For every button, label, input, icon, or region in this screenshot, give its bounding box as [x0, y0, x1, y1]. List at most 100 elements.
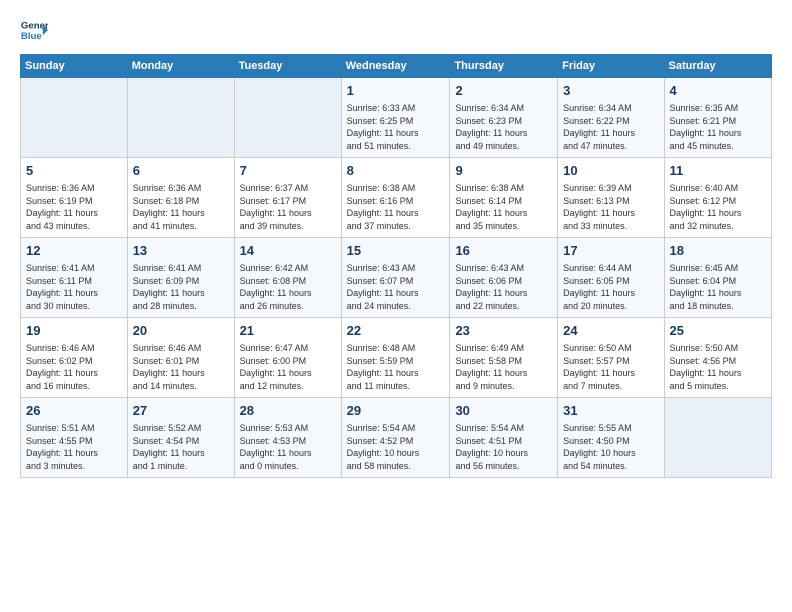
cell-info: Sunrise: 6:34 AM Sunset: 6:23 PM Dayligh…	[455, 102, 552, 152]
day-number: 29	[347, 402, 445, 420]
day-number: 31	[563, 402, 658, 420]
day-number: 30	[455, 402, 552, 420]
calendar-cell	[234, 78, 341, 158]
cell-info: Sunrise: 5:53 AM Sunset: 4:53 PM Dayligh…	[240, 422, 336, 472]
day-number: 23	[455, 322, 552, 340]
calendar-cell	[127, 78, 234, 158]
weekday-header-thursday: Thursday	[450, 55, 558, 78]
logo-icon: General Blue	[20, 16, 48, 44]
calendar-cell: 13Sunrise: 6:41 AM Sunset: 6:09 PM Dayli…	[127, 238, 234, 318]
day-number: 3	[563, 82, 658, 100]
calendar-cell: 11 Sunrise: 6:40 AM Sunset: 6:12 PM Dayli…	[664, 158, 771, 238]
day-number: 1	[347, 82, 445, 100]
cell-info: Sunrise: 6:47 AM Sunset: 6:00 PM Dayligh…	[240, 342, 336, 392]
calendar-cell	[664, 398, 771, 478]
day-number: 18	[670, 242, 766, 260]
day-number: 6	[133, 162, 229, 180]
cell-info: Sunrise: 5:54 AM Sunset: 4:52 PM Dayligh…	[347, 422, 445, 472]
calendar-cell: 23Sunrise: 6:49 AM Sunset: 5:58 PM Dayli…	[450, 318, 558, 398]
day-number: 25	[670, 322, 766, 340]
weekday-header-tuesday: Tuesday	[234, 55, 341, 78]
svg-text:Blue: Blue	[21, 31, 42, 42]
calendar-cell: 4 Sunrise: 6:35 AM Sunset: 6:21 PM Daylig…	[664, 78, 771, 158]
calendar-week-row: 19 Sunrise: 6:46 AM Sunset: 6:02 PM Dayli…	[21, 318, 772, 398]
day-number: 17	[563, 242, 658, 260]
cell-info: Sunrise: 5:52 AM Sunset: 4:54 PM Dayligh…	[133, 422, 229, 472]
cell-info: Sunrise: 6:46 AM Sunset: 6:02 PM Dayligh…	[26, 342, 122, 392]
cell-info: Sunrise: 5:54 AM Sunset: 4:51 PM Dayligh…	[455, 422, 552, 472]
calendar-cell: 1 Sunrise: 6:33 AM Sunset: 6:25 PM Daylig…	[341, 78, 450, 158]
day-number: 2	[455, 82, 552, 100]
calendar-cell: 14Sunrise: 6:42 AM Sunset: 6:08 PM Dayli…	[234, 238, 341, 318]
day-number: 8	[347, 162, 445, 180]
cell-info: Sunrise: 6:37 AM Sunset: 6:17 PM Dayligh…	[240, 182, 336, 232]
cell-info: Sunrise: 6:48 AM Sunset: 5:59 PM Dayligh…	[347, 342, 445, 392]
weekday-header-friday: Friday	[558, 55, 664, 78]
cell-info: Sunrise: 5:55 AM Sunset: 4:50 PM Dayligh…	[563, 422, 658, 472]
calendar-cell: 30 Sunrise: 5:54 AM Sunset: 4:51 PM Dayli…	[450, 398, 558, 478]
calendar-cell: 16 Sunrise: 6:43 AM Sunset: 6:06 PM Dayli…	[450, 238, 558, 318]
calendar-cell: 31 Sunrise: 5:55 AM Sunset: 4:50 PM Dayli…	[558, 398, 664, 478]
cell-info: Sunrise: 6:40 AM Sunset: 6:12 PM Dayligh…	[670, 182, 766, 232]
cell-info: Sunrise: 6:41 AM Sunset: 6:11 PM Dayligh…	[26, 262, 122, 312]
cell-info: Sunrise: 6:50 AM Sunset: 5:57 PM Dayligh…	[563, 342, 658, 392]
day-number: 19	[26, 322, 122, 340]
cell-info: Sunrise: 5:51 AM Sunset: 4:55 PM Dayligh…	[26, 422, 122, 472]
day-number: 5	[26, 162, 122, 180]
calendar-cell: 5 Sunrise: 6:36 AM Sunset: 6:19 PM Daylig…	[21, 158, 128, 238]
cell-info: Sunrise: 6:46 AM Sunset: 6:01 PM Dayligh…	[133, 342, 229, 392]
calendar-cell: 6Sunrise: 6:36 AM Sunset: 6:18 PM Daylig…	[127, 158, 234, 238]
cell-info: Sunrise: 6:36 AM Sunset: 6:19 PM Dayligh…	[26, 182, 122, 232]
calendar-cell: 2 Sunrise: 6:34 AM Sunset: 6:23 PM Daylig…	[450, 78, 558, 158]
calendar-cell: 19 Sunrise: 6:46 AM Sunset: 6:02 PM Dayli…	[21, 318, 128, 398]
day-number: 12	[26, 242, 122, 260]
cell-info: Sunrise: 6:33 AM Sunset: 6:25 PM Dayligh…	[347, 102, 445, 152]
calendar-cell: 25 Sunrise: 5:50 AM Sunset: 4:56 PM Dayli…	[664, 318, 771, 398]
calendar-week-row: 1 Sunrise: 6:33 AM Sunset: 6:25 PM Daylig…	[21, 78, 772, 158]
day-number: 15	[347, 242, 445, 260]
weekday-header-wednesday: Wednesday	[341, 55, 450, 78]
calendar-cell: 7 Sunrise: 6:37 AM Sunset: 6:17 PM Daylig…	[234, 158, 341, 238]
day-number: 16	[455, 242, 552, 260]
calendar-table: SundayMondayTuesdayWednesdayThursdayFrid…	[20, 54, 772, 478]
calendar-cell: 22 Sunrise: 6:48 AM Sunset: 5:59 PM Dayli…	[341, 318, 450, 398]
cell-info: Sunrise: 6:44 AM Sunset: 6:05 PM Dayligh…	[563, 262, 658, 312]
cell-info: Sunrise: 5:50 AM Sunset: 4:56 PM Dayligh…	[670, 342, 766, 392]
calendar-cell: 24 Sunrise: 6:50 AM Sunset: 5:57 PM Dayli…	[558, 318, 664, 398]
day-number: 13	[133, 242, 229, 260]
calendar-cell: 9Sunrise: 6:38 AM Sunset: 6:14 PM Daylig…	[450, 158, 558, 238]
day-number: 10	[563, 162, 658, 180]
cell-info: Sunrise: 6:39 AM Sunset: 6:13 PM Dayligh…	[563, 182, 658, 232]
calendar-cell: 20Sunrise: 6:46 AM Sunset: 6:01 PM Dayli…	[127, 318, 234, 398]
calendar-cell: 3 Sunrise: 6:34 AM Sunset: 6:22 PM Daylig…	[558, 78, 664, 158]
logo: General Blue	[20, 16, 52, 44]
cell-info: Sunrise: 6:43 AM Sunset: 6:06 PM Dayligh…	[455, 262, 552, 312]
day-number: 26	[26, 402, 122, 420]
weekday-header-monday: Monday	[127, 55, 234, 78]
calendar-cell: 29 Sunrise: 5:54 AM Sunset: 4:52 PM Dayli…	[341, 398, 450, 478]
day-number: 22	[347, 322, 445, 340]
calendar-cell: 12 Sunrise: 6:41 AM Sunset: 6:11 PM Dayli…	[21, 238, 128, 318]
day-number: 7	[240, 162, 336, 180]
day-number: 14	[240, 242, 336, 260]
calendar-cell: 15Sunrise: 6:43 AM Sunset: 6:07 PM Dayli…	[341, 238, 450, 318]
calendar-cell: 10 Sunrise: 6:39 AM Sunset: 6:13 PM Dayli…	[558, 158, 664, 238]
calendar-cell: 28Sunrise: 5:53 AM Sunset: 4:53 PM Dayli…	[234, 398, 341, 478]
calendar-cell: 8 Sunrise: 6:38 AM Sunset: 6:16 PM Daylig…	[341, 158, 450, 238]
calendar-week-row: 12 Sunrise: 6:41 AM Sunset: 6:11 PM Dayli…	[21, 238, 772, 318]
cell-info: Sunrise: 6:34 AM Sunset: 6:22 PM Dayligh…	[563, 102, 658, 152]
cell-info: Sunrise: 6:35 AM Sunset: 6:21 PM Dayligh…	[670, 102, 766, 152]
calendar-cell: 27Sunrise: 5:52 AM Sunset: 4:54 PM Dayli…	[127, 398, 234, 478]
weekday-header-saturday: Saturday	[664, 55, 771, 78]
day-number: 9	[455, 162, 552, 180]
weekday-header-sunday: Sunday	[21, 55, 128, 78]
day-number: 24	[563, 322, 658, 340]
calendar-week-row: 26 Sunrise: 5:51 AM Sunset: 4:55 PM Dayli…	[21, 398, 772, 478]
cell-info: Sunrise: 6:38 AM Sunset: 6:16 PM Dayligh…	[347, 182, 445, 232]
calendar-cell: 26 Sunrise: 5:51 AM Sunset: 4:55 PM Dayli…	[21, 398, 128, 478]
calendar-cell: 21Sunrise: 6:47 AM Sunset: 6:00 PM Dayli…	[234, 318, 341, 398]
day-number: 11	[670, 162, 766, 180]
calendar-week-row: 5 Sunrise: 6:36 AM Sunset: 6:19 PM Daylig…	[21, 158, 772, 238]
day-number: 4	[670, 82, 766, 100]
calendar-cell	[21, 78, 128, 158]
